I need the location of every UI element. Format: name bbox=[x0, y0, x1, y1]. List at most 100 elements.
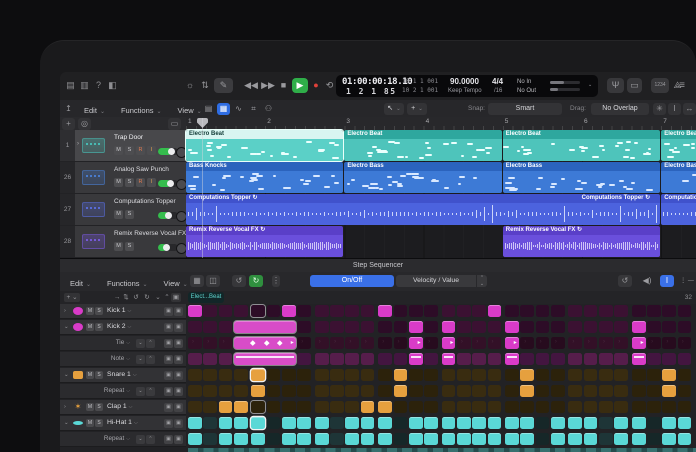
step-cell[interactable]: › bbox=[599, 337, 613, 349]
step-cell[interactable] bbox=[361, 353, 375, 365]
edit-mode-select[interactable]: Velocity / Value bbox=[396, 275, 476, 287]
region[interactable]: Electro Beat bbox=[186, 130, 343, 161]
track-s-button[interactable]: S bbox=[125, 178, 134, 187]
step-cell[interactable] bbox=[568, 353, 582, 365]
step-cell[interactable] bbox=[234, 369, 248, 381]
region[interactable]: Computations Topper ↻ bbox=[661, 194, 696, 225]
step-cell[interactable] bbox=[678, 401, 692, 413]
play-button[interactable]: ▶ bbox=[292, 78, 308, 93]
step-cell[interactable] bbox=[505, 353, 519, 365]
step-cell[interactable] bbox=[315, 369, 329, 381]
step-cell[interactable] bbox=[472, 353, 486, 365]
step-cell[interactable] bbox=[203, 401, 217, 413]
step-cell[interactable] bbox=[678, 385, 692, 397]
step-cell[interactable] bbox=[251, 385, 265, 397]
preview-speaker-icon[interactable]: ◀) bbox=[640, 275, 654, 287]
step-cell[interactable] bbox=[584, 321, 598, 333]
step-cell[interactable]: › bbox=[568, 337, 582, 349]
duplicate-track-button[interactable]: ◎ bbox=[78, 118, 91, 130]
step-cell[interactable] bbox=[251, 417, 265, 429]
row-option-a-icon[interactable]: ▣ bbox=[164, 307, 173, 316]
step-cell[interactable] bbox=[599, 433, 613, 445]
step-cell[interactable]: › bbox=[394, 337, 408, 349]
step-cell[interactable] bbox=[647, 433, 661, 445]
step-cell[interactable] bbox=[505, 433, 519, 445]
volume-slider[interactable] bbox=[158, 244, 178, 251]
step-cell[interactable]: › bbox=[488, 337, 502, 349]
step-cell[interactable] bbox=[361, 385, 375, 397]
display-icon[interactable]: ▭ bbox=[627, 78, 642, 93]
step-cell[interactable] bbox=[219, 305, 233, 317]
subrow-name[interactable]: Repeat⌵ bbox=[78, 435, 130, 442]
step-cell[interactable] bbox=[315, 305, 329, 317]
step-cell[interactable] bbox=[678, 321, 692, 333]
step-cell[interactable] bbox=[647, 401, 661, 413]
inspector-icon[interactable]: ◧ bbox=[106, 79, 119, 92]
drag-select[interactable]: No Overlap bbox=[591, 103, 649, 115]
step-cell[interactable] bbox=[442, 369, 456, 381]
disclosure-icon[interactable]: › bbox=[77, 141, 79, 147]
step-cell[interactable] bbox=[267, 417, 281, 429]
step-cell[interactable] bbox=[599, 401, 613, 413]
row-option-b-icon[interactable]: ▣ bbox=[174, 371, 183, 380]
step-cell[interactable] bbox=[330, 305, 344, 317]
step-cell[interactable] bbox=[614, 353, 628, 365]
step-row-header[interactable]: ›✶MSClap 1⌵▣▣ bbox=[60, 400, 186, 415]
region[interactable]: Bass Knocks bbox=[186, 162, 343, 193]
step-cell[interactable] bbox=[345, 417, 359, 429]
step-cell[interactable] bbox=[188, 369, 202, 381]
more-icon[interactable]: ⋮ bbox=[272, 275, 280, 287]
step-cell[interactable] bbox=[647, 417, 661, 429]
step-cell[interactable] bbox=[520, 353, 534, 365]
step-cell[interactable] bbox=[678, 305, 692, 317]
back-icon[interactable]: ↥ bbox=[62, 103, 75, 115]
track-header[interactable]: 1›Trap DoorMSRI bbox=[60, 130, 186, 162]
step-cell[interactable] bbox=[297, 417, 311, 429]
step-cell[interactable] bbox=[361, 321, 375, 333]
step-cell[interactable] bbox=[536, 369, 550, 381]
step-cell[interactable] bbox=[394, 353, 408, 365]
step-cell[interactable] bbox=[234, 385, 248, 397]
rewind-button[interactable]: ◀◀ bbox=[243, 78, 259, 93]
pattern-loop-icon[interactable]: ↻ bbox=[249, 275, 263, 287]
step-cell[interactable] bbox=[520, 369, 534, 381]
smart-controls-icon[interactable]: ⇅ bbox=[198, 78, 212, 93]
subrow-decrement[interactable]: ⌄ bbox=[136, 387, 145, 396]
stop-button[interactable]: ■ bbox=[277, 78, 290, 93]
row-name[interactable]: Kick 1⌵ bbox=[107, 307, 131, 314]
view-toggle-a-icon[interactable]: ▣ bbox=[171, 293, 181, 302]
track-header[interactable]: 28Remix Reverse Vocal FXMS bbox=[60, 226, 186, 258]
subrow-name[interactable]: Note⌵ bbox=[78, 355, 130, 362]
step-cell[interactable] bbox=[394, 417, 408, 429]
step-cell[interactable] bbox=[584, 353, 598, 365]
step-cell[interactable] bbox=[234, 305, 248, 317]
pencil-tool-icon[interactable]: ✎ bbox=[214, 78, 233, 93]
step-cell[interactable] bbox=[536, 417, 550, 429]
step-cell[interactable] bbox=[457, 417, 471, 429]
volume-slider[interactable] bbox=[158, 212, 178, 219]
step-cell[interactable]: ▸ bbox=[409, 337, 423, 349]
step-cell[interactable] bbox=[378, 305, 392, 317]
step-cell[interactable] bbox=[219, 385, 233, 397]
row-option-a-icon[interactable]: ▣ bbox=[164, 435, 173, 444]
step-cell[interactable] bbox=[442, 321, 456, 333]
step-cell[interactable] bbox=[632, 401, 646, 413]
step-cell[interactable] bbox=[267, 433, 281, 445]
row-option-b-icon[interactable]: ▣ bbox=[174, 355, 183, 364]
step-cell[interactable] bbox=[330, 369, 344, 381]
step-cell[interactable] bbox=[551, 305, 565, 317]
step-cell[interactable] bbox=[632, 369, 646, 381]
step-cell[interactable] bbox=[632, 305, 646, 317]
step-cell[interactable] bbox=[551, 321, 565, 333]
step-subrow-header[interactable]: Repeat⌵⌄⌃▣▣ bbox=[60, 432, 186, 447]
step-cell[interactable] bbox=[188, 417, 202, 429]
step-cell[interactable] bbox=[394, 433, 408, 445]
step-cell[interactable] bbox=[472, 369, 486, 381]
step-cell[interactable] bbox=[424, 433, 438, 445]
step-cell[interactable] bbox=[488, 433, 502, 445]
step-cell[interactable] bbox=[632, 417, 646, 429]
step-cell[interactable] bbox=[520, 401, 534, 413]
step-subrow-header[interactable]: Note⌵⌄⌃▣▣ bbox=[60, 352, 186, 367]
step-cell[interactable] bbox=[614, 321, 628, 333]
step-cell[interactable] bbox=[297, 385, 311, 397]
